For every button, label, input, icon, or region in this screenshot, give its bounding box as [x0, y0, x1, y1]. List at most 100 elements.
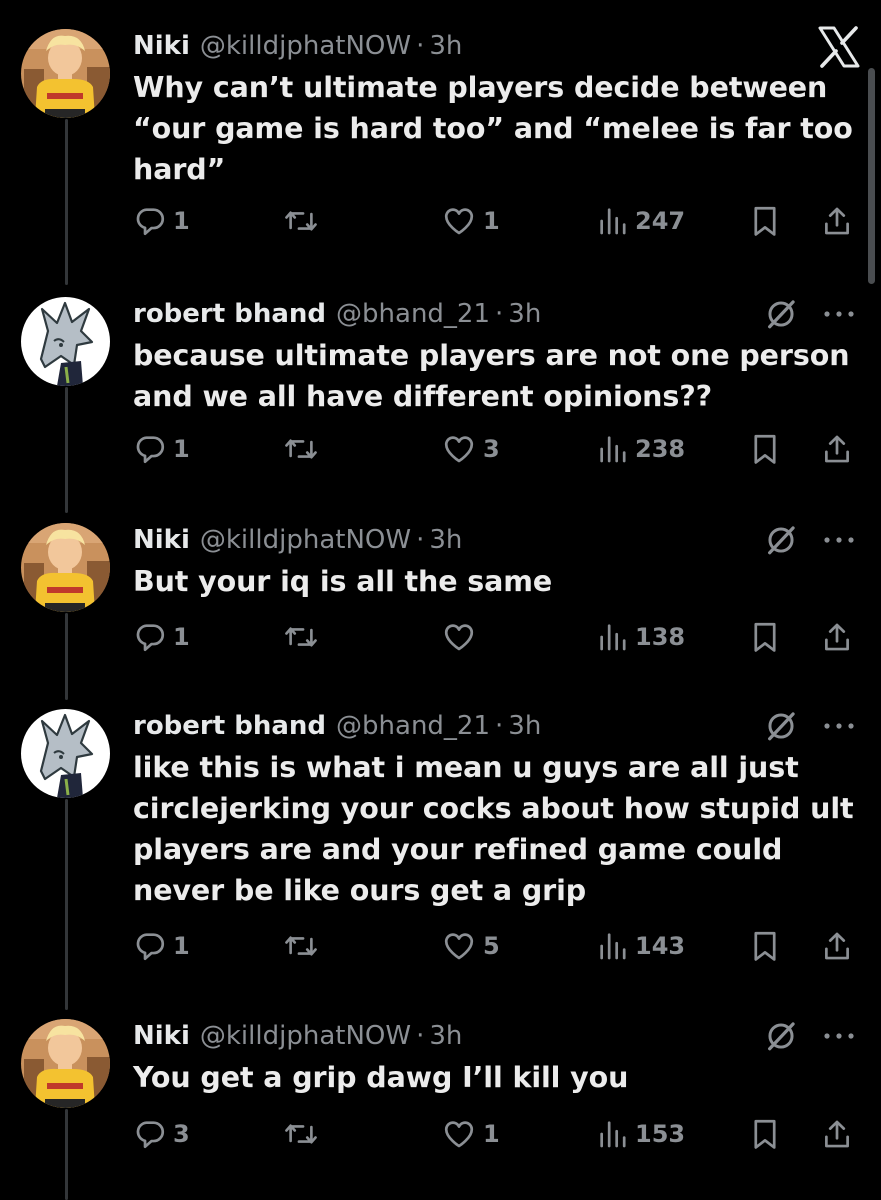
more-icon[interactable] [821, 706, 857, 746]
mute-icon[interactable] [764, 520, 798, 560]
mute-icon[interactable] [764, 294, 798, 334]
thread-connector-line [65, 387, 68, 513]
tweet: Niki @killdjphatNOW · 3h Why can’t ultimate … [0, 26, 881, 285]
like-button[interactable]: 3 [441, 429, 500, 469]
more-icon[interactable] [821, 1016, 857, 1056]
niki-avatar[interactable] [21, 29, 110, 118]
views-button[interactable]: 247 [597, 201, 685, 241]
author-name[interactable]: Niki [133, 1016, 190, 1056]
like-button[interactable]: 1 [441, 1114, 500, 1154]
reply-count: 3 [173, 1120, 190, 1148]
author-handle[interactable]: @killdjphatNOW [200, 1016, 411, 1056]
author-handle[interactable]: @bhand_21 [336, 294, 490, 334]
retweet-icon [283, 204, 319, 238]
views-button[interactable]: 238 [597, 429, 685, 469]
retweet-button[interactable] [283, 926, 319, 966]
tweet-text: because ultimate players are not one per… [133, 335, 849, 417]
share-icon [821, 929, 853, 963]
share-icon [821, 620, 853, 654]
share-button[interactable] [821, 617, 853, 657]
timestamp[interactable]: 3h [429, 26, 462, 66]
reply-button[interactable]: 1 [133, 201, 190, 241]
share-icon [821, 432, 853, 466]
niki-avatar[interactable] [21, 1019, 110, 1108]
views-count: 153 [635, 1120, 686, 1148]
scrollbar[interactable] [868, 68, 875, 284]
author-name[interactable]: robert bhand [133, 706, 326, 746]
bookmark-button[interactable] [750, 926, 780, 966]
tweet-header: Niki @killdjphatNOW · 3h [133, 1016, 462, 1056]
reply-count: 1 [173, 435, 190, 463]
tweet-text-line: “our game is hard too” and “melee is far… [133, 112, 853, 145]
tweet-header: robert bhand @bhand_21 · 3h [133, 294, 541, 334]
share-button[interactable] [821, 1114, 853, 1154]
author-handle[interactable]: @bhand_21 [336, 706, 490, 746]
separator-dot: · [416, 1021, 425, 1051]
bookmark-button[interactable] [750, 429, 780, 469]
retweet-icon [283, 929, 319, 963]
bookmark-icon [750, 432, 780, 466]
share-button[interactable] [821, 926, 853, 966]
thread: Niki @killdjphatNOW · 3h Why can’t ultimate … [0, 0, 881, 1200]
retweet-button[interactable] [283, 429, 319, 469]
retweet-button[interactable] [283, 617, 319, 657]
views-button[interactable]: 138 [597, 617, 685, 657]
mute-icon[interactable] [764, 706, 798, 746]
separator-dot: · [416, 31, 425, 61]
reply-button[interactable]: 1 [133, 926, 190, 966]
bookmark-button[interactable] [750, 617, 780, 657]
like-button[interactable]: 5 [441, 926, 500, 966]
niki-avatar[interactable] [21, 523, 110, 612]
mute-icon[interactable] [764, 1016, 798, 1056]
tweet-text-line: hard” [133, 153, 226, 186]
like-button[interactable] [441, 617, 477, 657]
tweet-text: You get a grip dawg I’ll kill you [133, 1057, 843, 1098]
more-icon[interactable] [821, 294, 857, 334]
timestamp[interactable]: 3h [429, 520, 462, 560]
reply-button[interactable]: 1 [133, 429, 190, 469]
tweet: Niki @killdjphatNOW · 3h But your iq is all … [0, 520, 881, 700]
reply-count: 1 [173, 623, 190, 651]
share-button[interactable] [821, 201, 853, 241]
views-button[interactable]: 143 [597, 926, 685, 966]
share-icon [821, 204, 853, 238]
timestamp[interactable]: 3h [508, 294, 541, 334]
views-icon [597, 204, 629, 238]
author-name[interactable]: Niki [133, 26, 190, 66]
tweet-header: Niki @killdjphatNOW · 3h [133, 520, 462, 560]
author-handle[interactable]: @killdjphatNOW [200, 26, 411, 66]
tweet-header: Niki @killdjphatNOW · 3h [133, 26, 462, 66]
x-logo-icon[interactable] [818, 26, 860, 68]
retweet-icon [283, 432, 319, 466]
reply-count: 1 [173, 932, 190, 960]
like-button[interactable]: 1 [441, 201, 500, 241]
retweet-button[interactable] [283, 1114, 319, 1154]
author-name[interactable]: Niki [133, 520, 190, 560]
views-button[interactable]: 153 [597, 1114, 685, 1154]
author-handle[interactable]: @killdjphatNOW [200, 520, 411, 560]
reply-button[interactable]: 3 [133, 1114, 190, 1154]
timestamp[interactable]: 3h [508, 706, 541, 746]
heart-icon [441, 432, 477, 466]
views-icon [597, 432, 629, 466]
more-icon[interactable] [821, 520, 857, 560]
tweet-text-line: circlejerking your cocks about how stupi… [133, 792, 854, 825]
robert-avatar[interactable] [21, 297, 110, 386]
views-icon [597, 620, 629, 654]
author-name[interactable]: robert bhand [133, 294, 326, 334]
bookmark-button[interactable] [750, 201, 780, 241]
heart-icon [441, 1117, 477, 1151]
tweet-actions: 1 3 238 [133, 429, 863, 469]
retweet-button[interactable] [283, 201, 319, 241]
like-count: 1 [483, 207, 500, 235]
like-count: 1 [483, 1120, 500, 1148]
views-count: 143 [635, 932, 686, 960]
robert-avatar[interactable] [21, 709, 110, 798]
timestamp[interactable]: 3h [429, 1016, 462, 1056]
share-button[interactable] [821, 429, 853, 469]
reply-button[interactable]: 1 [133, 617, 190, 657]
tweet-text: Why can’t ultimate players decide betwee… [133, 67, 853, 190]
tweet-actions: 3 1 153 [133, 1114, 863, 1154]
tweet: robert bhand @bhand_21 · 3h like this is wha… [0, 706, 881, 1010]
bookmark-button[interactable] [750, 1114, 780, 1154]
